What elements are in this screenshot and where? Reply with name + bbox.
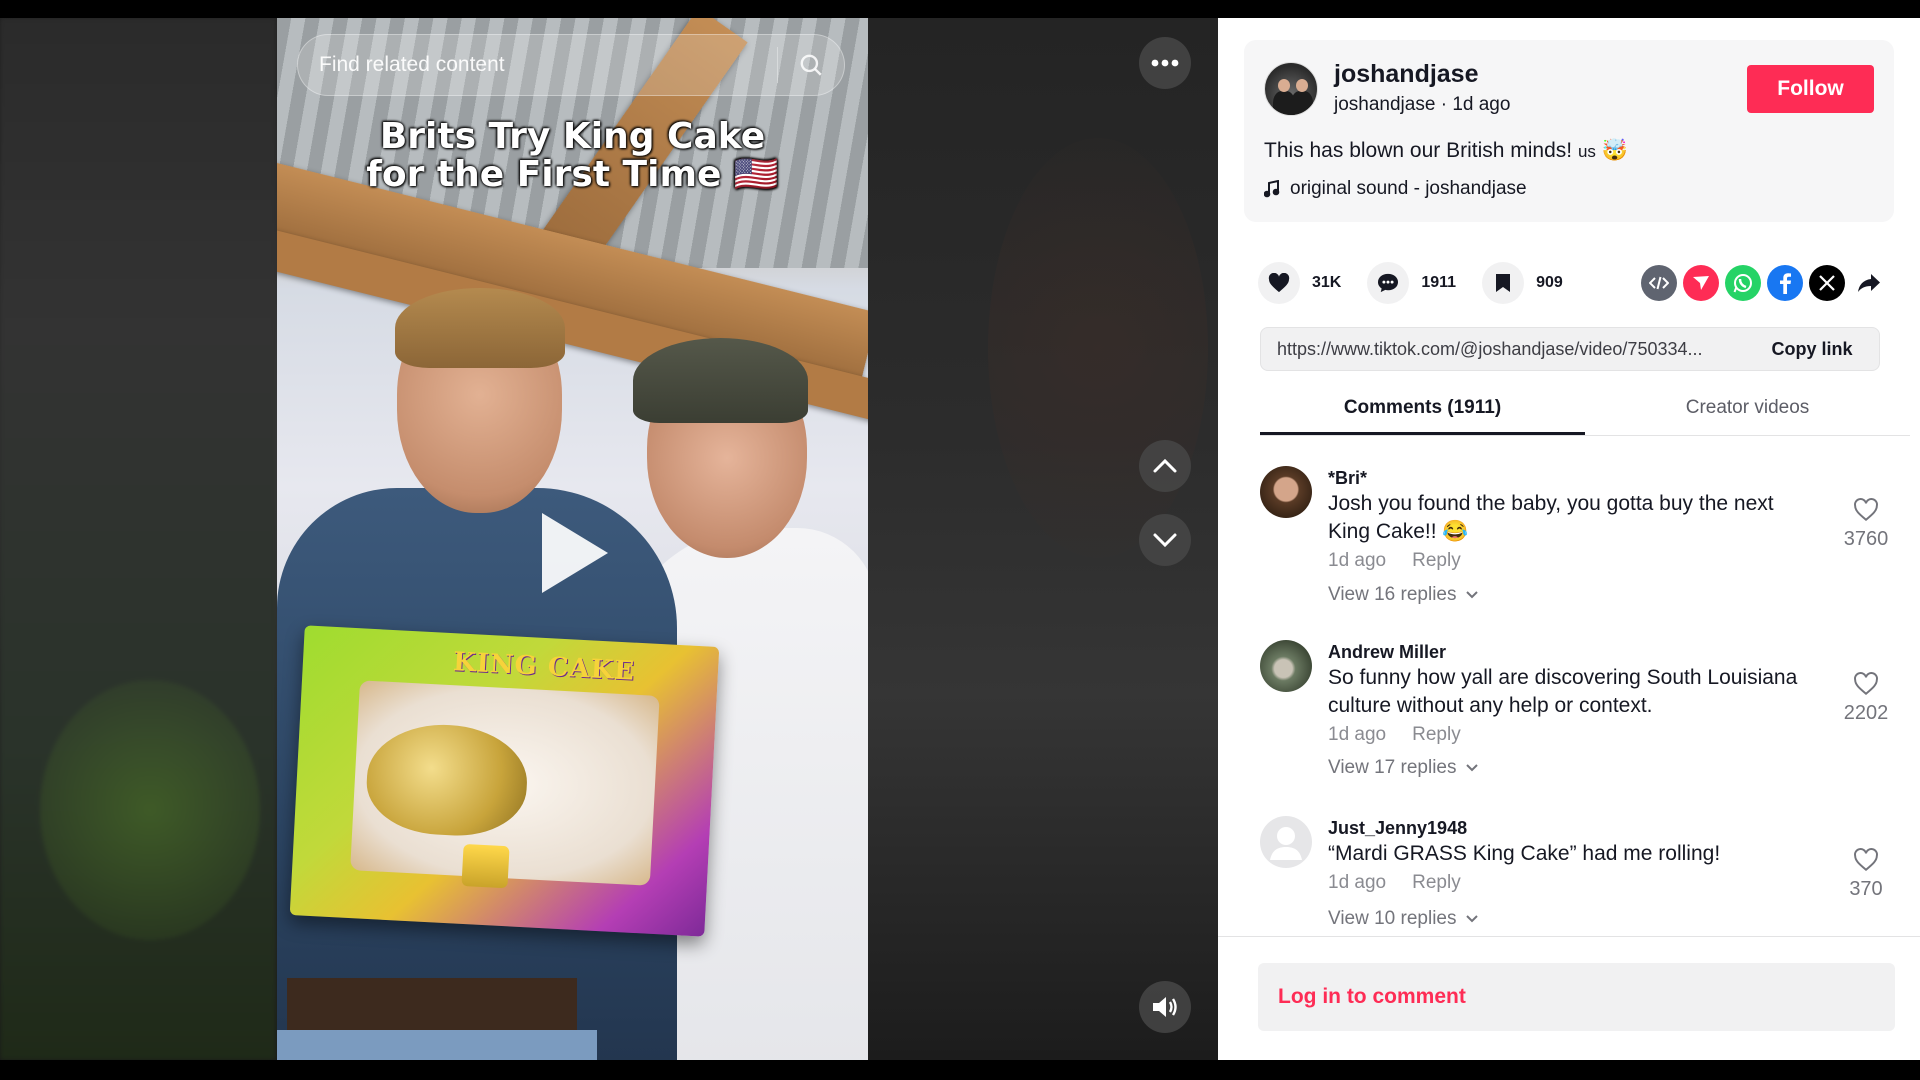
- view-replies-label: View 17 replies: [1328, 757, 1457, 778]
- view-replies-button[interactable]: View 16 replies: [1328, 584, 1479, 606]
- tab-comments[interactable]: Comments (1911): [1260, 390, 1585, 435]
- video-caption-line2: for the First Time 🇺🇸: [366, 154, 779, 195]
- comment-list: *Bri* Josh you found the baby, you gotta…: [1218, 438, 1920, 958]
- related-search-placeholder: Find related content: [319, 53, 505, 76]
- comment-like-count: 370: [1849, 878, 1883, 900]
- post-caption: This has blown our British minds! us 🤯: [1264, 139, 1628, 163]
- comment-time: 1d ago: [1328, 550, 1387, 571]
- reply-button[interactable]: Reply: [1412, 724, 1461, 746]
- comment-button[interactable]: 1911: [1367, 262, 1456, 304]
- comment-meta: 1d ago Reply: [1328, 550, 1461, 572]
- author-info-card: joshandjase joshandjase · 1d ago Follow …: [1244, 40, 1894, 222]
- view-replies-button[interactable]: View 10 replies: [1328, 908, 1479, 930]
- author-subline: joshandjase · 1d ago: [1334, 94, 1511, 115]
- copy-link-button[interactable]: Copy link: [1745, 339, 1879, 360]
- commenter-name[interactable]: *Bri*: [1328, 468, 1367, 489]
- heart-icon: [1854, 498, 1878, 522]
- comment-meta: 1d ago Reply: [1328, 724, 1461, 746]
- more-icon[interactable]: [1139, 37, 1191, 89]
- comment-meta: 1d ago Reply: [1328, 872, 1461, 894]
- comment-like-count: 2202: [1843, 702, 1889, 724]
- bookmark-button[interactable]: 909: [1482, 262, 1563, 304]
- chevron-up-icon[interactable]: [1139, 440, 1191, 492]
- comment-time: 1d ago: [1328, 872, 1387, 893]
- view-replies-label: View 16 replies: [1328, 584, 1457, 605]
- panel-tabs: Comments (1911) Creator videos: [1260, 390, 1910, 436]
- whatsapp-icon[interactable]: [1725, 265, 1761, 301]
- chevron-down-icon: [1465, 591, 1478, 599]
- video-player[interactable]: KING CAKE Brits Try King Cake for the Fi…: [277, 18, 868, 1060]
- chevron-down-icon[interactable]: [1139, 514, 1191, 566]
- comment-icon: [1378, 273, 1399, 293]
- bookmark-count: 909: [1536, 274, 1563, 291]
- default-avatar-icon: [1270, 827, 1302, 860]
- share-buttons: [1641, 265, 1887, 301]
- reply-button[interactable]: Reply: [1412, 872, 1461, 894]
- view-replies-button[interactable]: View 17 replies: [1328, 757, 1479, 779]
- post-caption-text: This has blown our British minds!: [1264, 139, 1573, 162]
- commenter-avatar[interactable]: [1260, 816, 1312, 868]
- search-icon[interactable]: [778, 34, 844, 96]
- comment-like-count: 3760: [1843, 528, 1889, 550]
- comment-input-bar: Log in to comment: [1218, 936, 1920, 1060]
- author-avatar[interactable]: [1264, 62, 1318, 116]
- like-button[interactable]: 31K: [1258, 262, 1341, 304]
- chevron-down-icon: [1465, 764, 1478, 772]
- comment-like[interactable]: 370: [1836, 848, 1896, 901]
- author-username[interactable]: joshandjase: [1334, 60, 1479, 89]
- tab-creator-videos[interactable]: Creator videos: [1585, 390, 1910, 435]
- engagement-actions: 31K 1911 909: [1258, 260, 1589, 306]
- friends-icon[interactable]: [1683, 265, 1719, 301]
- facebook-icon[interactable]: [1767, 265, 1803, 301]
- share-arrow-icon[interactable]: [1851, 265, 1887, 301]
- login-to-comment-button[interactable]: Log in to comment: [1258, 963, 1895, 1031]
- heart-icon: [1854, 672, 1878, 696]
- commenter-name[interactable]: Andrew Miller: [1328, 642, 1446, 663]
- share-link-box[interactable]: https://www.tiktok.com/@joshandjase/vide…: [1260, 327, 1880, 371]
- post-caption-emoji: 🤯: [1601, 139, 1628, 162]
- app-frame: KING CAKE Brits Try King Cake for the Fi…: [0, 18, 1920, 1060]
- commenter-avatar[interactable]: [1260, 466, 1312, 518]
- crown-emblem: [461, 843, 510, 889]
- related-search-input[interactable]: Find related content: [297, 34, 845, 96]
- heart-icon: [1854, 848, 1878, 872]
- comment-text: “Mardi GRASS King Cake” had me rolling!: [1328, 842, 1721, 865]
- comment-like[interactable]: 3760: [1836, 498, 1896, 551]
- video-caption-line1: Brits Try King Cake: [379, 116, 766, 157]
- king-cake-box-label: KING CAKE: [452, 647, 636, 687]
- music-note-icon: [1264, 180, 1280, 198]
- comment-text: Josh you found the baby, you gotta buy t…: [1328, 492, 1774, 543]
- share-url[interactable]: https://www.tiktok.com/@joshandjase/vide…: [1261, 339, 1745, 360]
- commenter-name[interactable]: Just_Jenny1948: [1328, 818, 1467, 839]
- bookmark-icon: [1496, 274, 1511, 292]
- comment-like[interactable]: 2202: [1836, 672, 1896, 725]
- post-time: 1d ago: [1452, 94, 1511, 115]
- sound-name: original sound - joshandjase: [1290, 178, 1527, 199]
- chevron-down-icon: [1465, 915, 1478, 923]
- comment-text: So funny how yall are discovering South …: [1328, 666, 1798, 717]
- video-stage: KING CAKE Brits Try King Cake for the Fi…: [0, 18, 1218, 1060]
- gold-mask: [364, 720, 530, 840]
- king-cake-box: KING CAKE: [289, 625, 720, 937]
- heart-icon: [1268, 273, 1290, 293]
- commenter-avatar[interactable]: [1260, 640, 1312, 692]
- play-icon[interactable]: [542, 513, 608, 593]
- post-caption-tag[interactable]: us: [1578, 142, 1596, 161]
- sound-link[interactable]: original sound - joshandjase: [1264, 178, 1527, 200]
- author-handle: joshandjase: [1334, 94, 1436, 115]
- details-panel: joshandjase joshandjase · 1d ago Follow …: [1218, 18, 1920, 1060]
- embed-icon[interactable]: [1641, 265, 1677, 301]
- reply-button[interactable]: Reply: [1412, 550, 1461, 572]
- x-icon[interactable]: [1809, 265, 1845, 301]
- view-replies-label: View 10 replies: [1328, 908, 1457, 929]
- like-count: 31K: [1312, 274, 1342, 291]
- comment-time: 1d ago: [1328, 724, 1387, 745]
- volume-icon[interactable]: [1139, 981, 1191, 1033]
- video-caption: Brits Try King Cake for the First Time 🇺…: [277, 118, 868, 194]
- follow-button[interactable]: Follow: [1747, 65, 1874, 113]
- background-blur-left: [0, 18, 276, 1060]
- comment-count: 1911: [1421, 274, 1457, 291]
